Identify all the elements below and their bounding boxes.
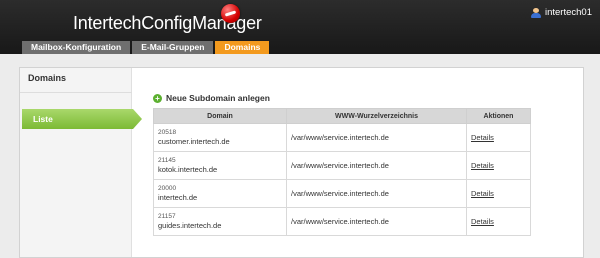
domain-cell: 20000 intertech.de (153, 179, 287, 208)
details-link[interactable]: Details (471, 189, 494, 198)
www-root-cell: /var/www/service.intertech.de (286, 151, 467, 180)
table-row: 21157 guides.intertech.de /var/www/servi… (153, 207, 531, 236)
domain-id: 21145 (158, 156, 176, 164)
www-root-cell: /var/www/service.intertech.de (286, 179, 467, 208)
details-link[interactable]: Details (471, 161, 494, 170)
user-name: intertech01 (544, 7, 592, 18)
details-link[interactable]: Details (471, 133, 494, 142)
domain-name: customer.intertech.de (158, 136, 230, 146)
domain-name: guides.intertech.de (158, 220, 222, 230)
table-row: 20000 intertech.de /var/www/service.inte… (153, 179, 531, 208)
table-row: 20518 customer.intertech.de /var/www/ser… (153, 123, 531, 152)
www-root-cell: /var/www/service.intertech.de (286, 207, 467, 236)
sidebar: Domains (20, 68, 132, 257)
domain-id: 20518 (158, 128, 177, 136)
tab-email-gruppen[interactable]: E-Mail-Gruppen (132, 41, 214, 54)
www-root-cell: /var/www/service.intertech.de (286, 123, 467, 152)
domain-cell: 21145 kotok.intertech.de (153, 151, 287, 180)
domain-name: kotok.intertech.de (158, 164, 218, 174)
user-menu[interactable]: intertech01 (530, 7, 592, 18)
add-subdomain-link[interactable]: + Neue Subdomain anlegen (153, 93, 270, 103)
domain-cell: 21157 guides.intertech.de (153, 207, 287, 236)
domain-name: intertech.de (158, 192, 198, 202)
column-header-domain: Domain (153, 108, 287, 124)
details-link[interactable]: Details (471, 217, 494, 226)
user-icon (530, 7, 541, 18)
add-subdomain-label: Neue Subdomain anlegen (166, 93, 270, 103)
tab-mailbox-konfiguration[interactable]: Mailbox-Konfiguration (22, 41, 131, 54)
column-header-actions: Aktionen (466, 108, 531, 124)
top-bar: IntertechConfigManager intertech01 Mailb… (0, 0, 600, 54)
domain-id: 21157 (158, 212, 176, 220)
plus-icon: + (153, 93, 162, 103)
domains-table: Domain WWW-Wurzelverzeichnis Aktionen 20… (153, 108, 531, 236)
column-header-www-root: WWW-Wurzelverzeichnis (286, 108, 467, 124)
domain-cell: 20518 customer.intertech.de (153, 123, 287, 152)
table-header-row: Domain WWW-Wurzelverzeichnis Aktionen (153, 108, 531, 124)
sidebar-item-liste[interactable]: Liste (22, 109, 142, 129)
tab-domains[interactable]: Domains (215, 41, 270, 54)
content-panel: Domains Liste + Neue Subdomain anlegen D… (19, 67, 584, 258)
sidebar-divider (20, 92, 132, 93)
main-tabs: Mailbox-Konfiguration E-Mail-Gruppen Dom… (22, 41, 271, 54)
domain-id: 20000 (158, 184, 177, 192)
logo-icon (221, 4, 240, 23)
sidebar-title: Domains (28, 73, 67, 83)
table-row: 21145 kotok.intertech.de /var/www/servic… (153, 151, 531, 180)
